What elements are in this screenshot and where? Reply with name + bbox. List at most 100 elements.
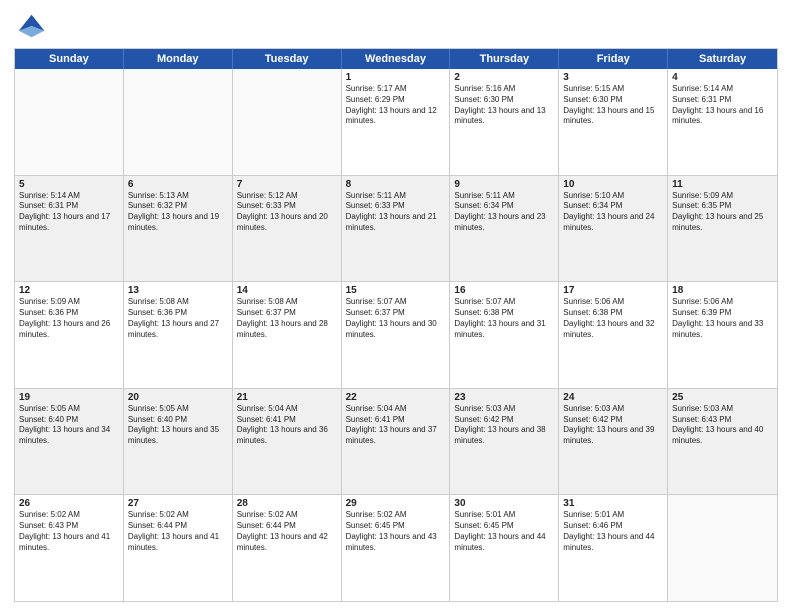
day-cell-6: 6Sunrise: 5:13 AMSunset: 6:32 PMDaylight… [124, 176, 233, 282]
day-cell-22: 22Sunrise: 5:04 AMSunset: 6:41 PMDayligh… [342, 389, 451, 495]
day-number: 28 [237, 498, 337, 509]
day-cell-30: 30Sunrise: 5:01 AMSunset: 6:45 PMDayligh… [450, 495, 559, 601]
day-cell-19: 19Sunrise: 5:05 AMSunset: 6:40 PMDayligh… [15, 389, 124, 495]
day-number: 31 [563, 498, 663, 509]
weekday-header-friday: Friday [559, 49, 668, 69]
day-info: Sunrise: 5:05 AMSunset: 6:40 PMDaylight:… [19, 404, 119, 447]
day-number: 2 [454, 72, 554, 83]
weekday-header-wednesday: Wednesday [342, 49, 451, 69]
day-info: Sunrise: 5:10 AMSunset: 6:34 PMDaylight:… [563, 191, 663, 234]
calendar-header: SundayMondayTuesdayWednesdayThursdayFrid… [15, 49, 777, 69]
day-cell-5: 5Sunrise: 5:14 AMSunset: 6:31 PMDaylight… [15, 176, 124, 282]
day-cell-28: 28Sunrise: 5:02 AMSunset: 6:44 PMDayligh… [233, 495, 342, 601]
day-cell-29: 29Sunrise: 5:02 AMSunset: 6:45 PMDayligh… [342, 495, 451, 601]
day-cell-27: 27Sunrise: 5:02 AMSunset: 6:44 PMDayligh… [124, 495, 233, 601]
day-cell-4: 4Sunrise: 5:14 AMSunset: 6:31 PMDaylight… [668, 69, 777, 175]
day-info: Sunrise: 5:01 AMSunset: 6:46 PMDaylight:… [563, 510, 663, 553]
day-number: 10 [563, 179, 663, 190]
day-info: Sunrise: 5:14 AMSunset: 6:31 PMDaylight:… [19, 191, 119, 234]
day-cell-31: 31Sunrise: 5:01 AMSunset: 6:46 PMDayligh… [559, 495, 668, 601]
day-number: 25 [672, 392, 773, 403]
day-number: 4 [672, 72, 773, 83]
day-number: 1 [346, 72, 446, 83]
day-number: 16 [454, 285, 554, 296]
day-info: Sunrise: 5:08 AMSunset: 6:36 PMDaylight:… [128, 297, 228, 340]
day-cell-16: 16Sunrise: 5:07 AMSunset: 6:38 PMDayligh… [450, 282, 559, 388]
day-number: 9 [454, 179, 554, 190]
header [14, 10, 778, 42]
day-cell-20: 20Sunrise: 5:05 AMSunset: 6:40 PMDayligh… [124, 389, 233, 495]
day-cell-13: 13Sunrise: 5:08 AMSunset: 6:36 PMDayligh… [124, 282, 233, 388]
day-cell-23: 23Sunrise: 5:03 AMSunset: 6:42 PMDayligh… [450, 389, 559, 495]
day-info: Sunrise: 5:03 AMSunset: 6:42 PMDaylight:… [454, 404, 554, 447]
calendar-body: 1Sunrise: 5:17 AMSunset: 6:29 PMDaylight… [15, 69, 777, 601]
day-number: 3 [563, 72, 663, 83]
day-number: 24 [563, 392, 663, 403]
day-number: 5 [19, 179, 119, 190]
day-info: Sunrise: 5:02 AMSunset: 6:45 PMDaylight:… [346, 510, 446, 553]
day-number: 15 [346, 285, 446, 296]
weekday-header-tuesday: Tuesday [233, 49, 342, 69]
empty-cell [668, 495, 777, 601]
day-number: 30 [454, 498, 554, 509]
day-info: Sunrise: 5:12 AMSunset: 6:33 PMDaylight:… [237, 191, 337, 234]
day-info: Sunrise: 5:06 AMSunset: 6:38 PMDaylight:… [563, 297, 663, 340]
calendar: SundayMondayTuesdayWednesdayThursdayFrid… [14, 48, 778, 602]
day-number: 27 [128, 498, 228, 509]
calendar-row-0: 1Sunrise: 5:17 AMSunset: 6:29 PMDaylight… [15, 69, 777, 176]
day-info: Sunrise: 5:09 AMSunset: 6:36 PMDaylight:… [19, 297, 119, 340]
day-info: Sunrise: 5:03 AMSunset: 6:43 PMDaylight:… [672, 404, 773, 447]
day-number: 26 [19, 498, 119, 509]
weekday-header-saturday: Saturday [668, 49, 777, 69]
day-info: Sunrise: 5:01 AMSunset: 6:45 PMDaylight:… [454, 510, 554, 553]
day-info: Sunrise: 5:02 AMSunset: 6:44 PMDaylight:… [128, 510, 228, 553]
day-cell-2: 2Sunrise: 5:16 AMSunset: 6:30 PMDaylight… [450, 69, 559, 175]
day-info: Sunrise: 5:14 AMSunset: 6:31 PMDaylight:… [672, 84, 773, 127]
calendar-row-4: 26Sunrise: 5:02 AMSunset: 6:43 PMDayligh… [15, 495, 777, 601]
day-info: Sunrise: 5:09 AMSunset: 6:35 PMDaylight:… [672, 191, 773, 234]
day-info: Sunrise: 5:15 AMSunset: 6:30 PMDaylight:… [563, 84, 663, 127]
page: SundayMondayTuesdayWednesdayThursdayFrid… [0, 0, 792, 612]
day-info: Sunrise: 5:11 AMSunset: 6:34 PMDaylight:… [454, 191, 554, 234]
day-number: 12 [19, 285, 119, 296]
day-info: Sunrise: 5:13 AMSunset: 6:32 PMDaylight:… [128, 191, 228, 234]
day-info: Sunrise: 5:07 AMSunset: 6:38 PMDaylight:… [454, 297, 554, 340]
day-number: 19 [19, 392, 119, 403]
day-cell-26: 26Sunrise: 5:02 AMSunset: 6:43 PMDayligh… [15, 495, 124, 601]
empty-cell [233, 69, 342, 175]
day-cell-24: 24Sunrise: 5:03 AMSunset: 6:42 PMDayligh… [559, 389, 668, 495]
day-cell-8: 8Sunrise: 5:11 AMSunset: 6:33 PMDaylight… [342, 176, 451, 282]
day-number: 23 [454, 392, 554, 403]
day-number: 18 [672, 285, 773, 296]
day-info: Sunrise: 5:02 AMSunset: 6:43 PMDaylight:… [19, 510, 119, 553]
day-number: 11 [672, 179, 773, 190]
empty-cell [15, 69, 124, 175]
day-info: Sunrise: 5:05 AMSunset: 6:40 PMDaylight:… [128, 404, 228, 447]
day-number: 8 [346, 179, 446, 190]
day-cell-7: 7Sunrise: 5:12 AMSunset: 6:33 PMDaylight… [233, 176, 342, 282]
day-number: 22 [346, 392, 446, 403]
day-cell-15: 15Sunrise: 5:07 AMSunset: 6:37 PMDayligh… [342, 282, 451, 388]
weekday-header-thursday: Thursday [450, 49, 559, 69]
weekday-header-monday: Monday [124, 49, 233, 69]
day-number: 14 [237, 285, 337, 296]
empty-cell [124, 69, 233, 175]
day-info: Sunrise: 5:03 AMSunset: 6:42 PMDaylight:… [563, 404, 663, 447]
day-cell-1: 1Sunrise: 5:17 AMSunset: 6:29 PMDaylight… [342, 69, 451, 175]
logo [14, 10, 50, 42]
day-number: 29 [346, 498, 446, 509]
day-number: 17 [563, 285, 663, 296]
day-info: Sunrise: 5:06 AMSunset: 6:39 PMDaylight:… [672, 297, 773, 340]
day-cell-17: 17Sunrise: 5:06 AMSunset: 6:38 PMDayligh… [559, 282, 668, 388]
day-cell-9: 9Sunrise: 5:11 AMSunset: 6:34 PMDaylight… [450, 176, 559, 282]
day-info: Sunrise: 5:04 AMSunset: 6:41 PMDaylight:… [237, 404, 337, 447]
day-number: 7 [237, 179, 337, 190]
day-cell-10: 10Sunrise: 5:10 AMSunset: 6:34 PMDayligh… [559, 176, 668, 282]
day-info: Sunrise: 5:16 AMSunset: 6:30 PMDaylight:… [454, 84, 554, 127]
calendar-row-2: 12Sunrise: 5:09 AMSunset: 6:36 PMDayligh… [15, 282, 777, 389]
day-info: Sunrise: 5:08 AMSunset: 6:37 PMDaylight:… [237, 297, 337, 340]
day-number: 20 [128, 392, 228, 403]
day-info: Sunrise: 5:02 AMSunset: 6:44 PMDaylight:… [237, 510, 337, 553]
day-info: Sunrise: 5:04 AMSunset: 6:41 PMDaylight:… [346, 404, 446, 447]
day-cell-25: 25Sunrise: 5:03 AMSunset: 6:43 PMDayligh… [668, 389, 777, 495]
